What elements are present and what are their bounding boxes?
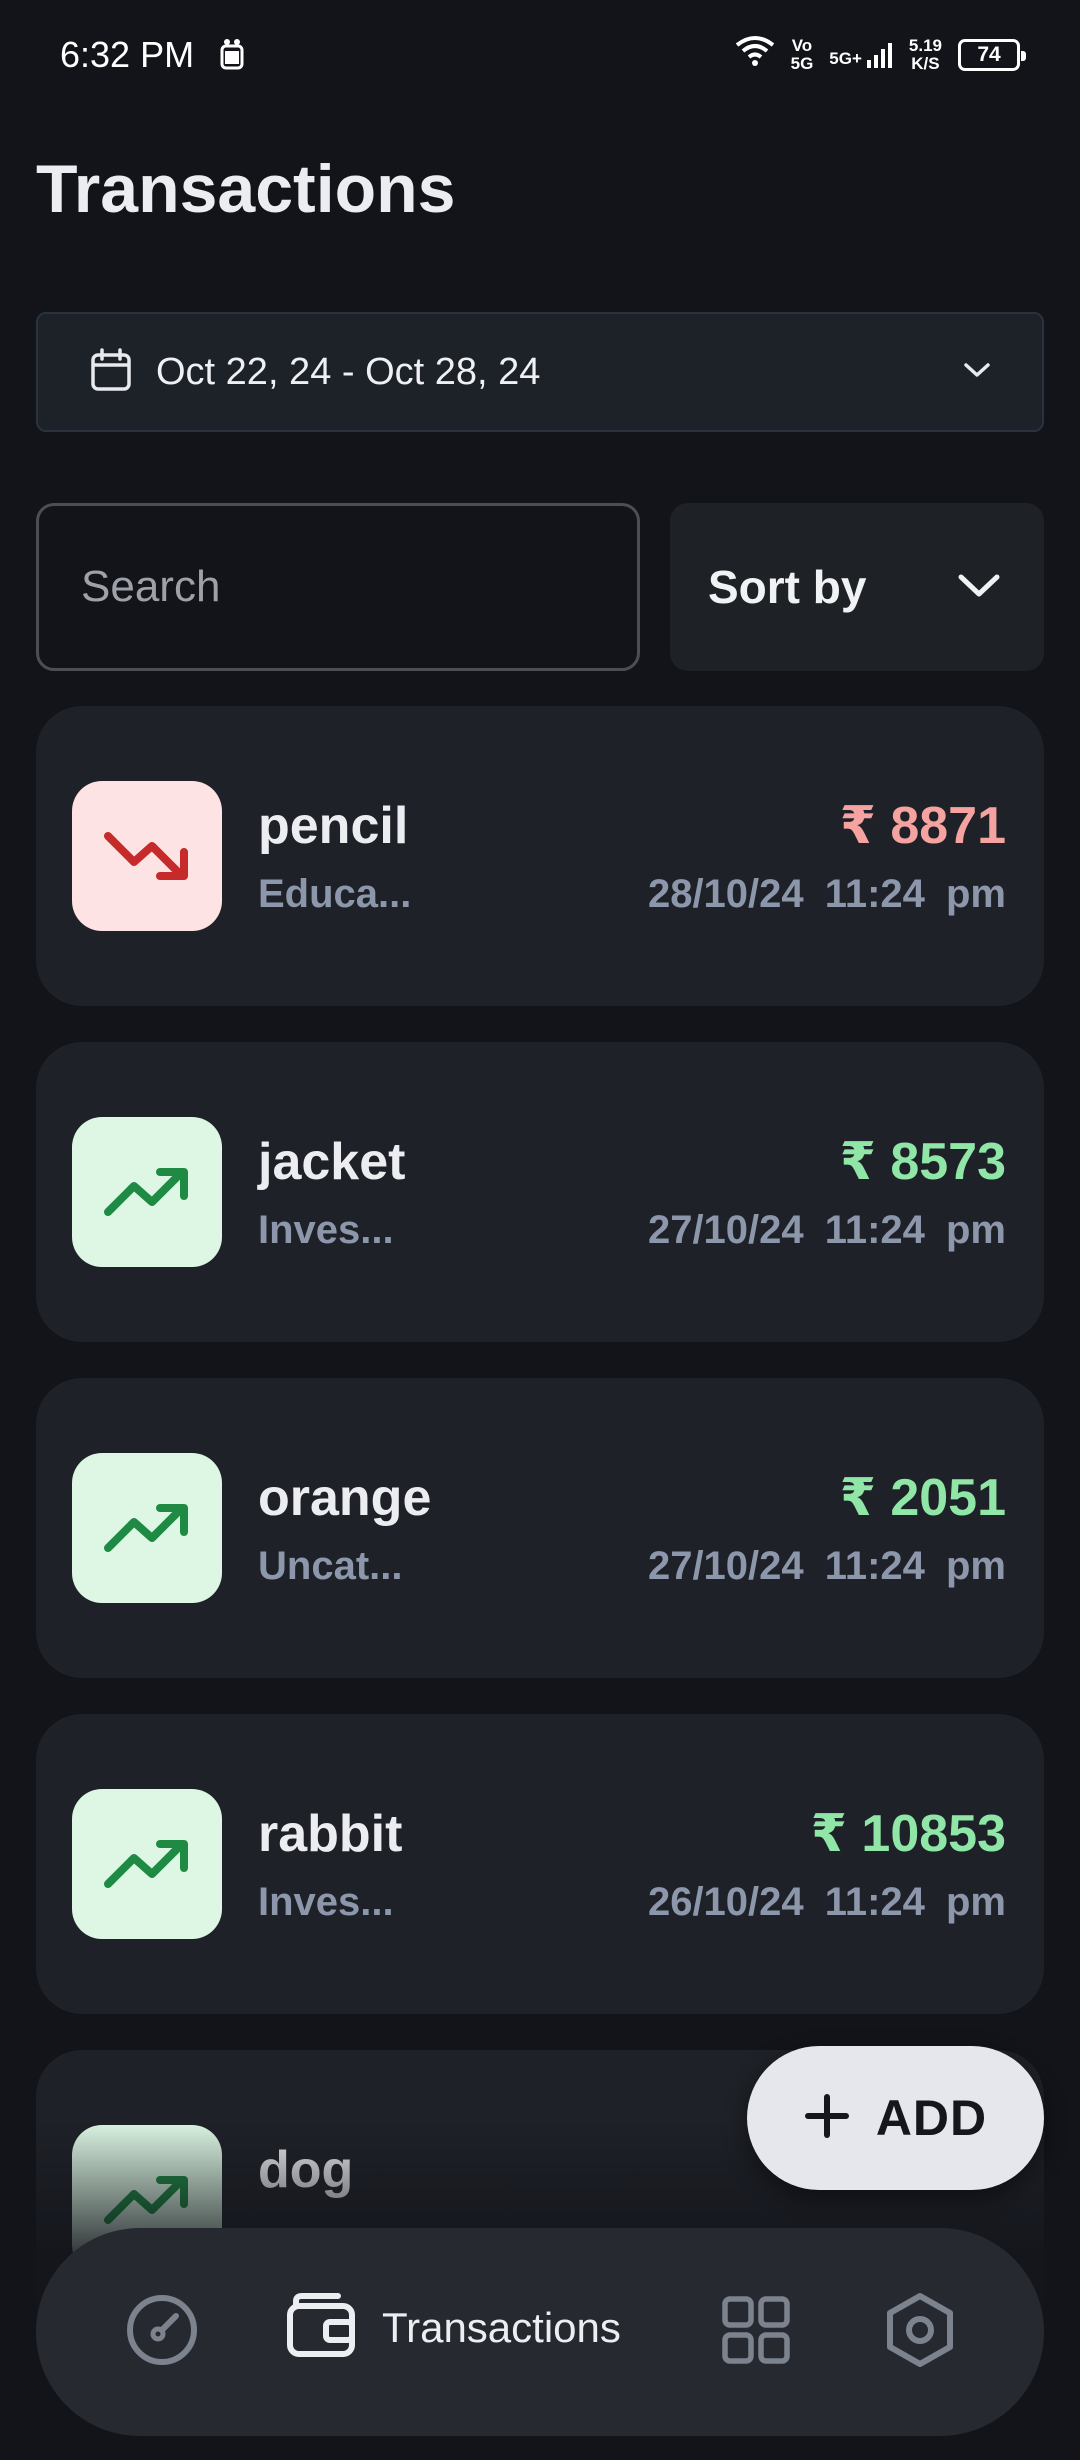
date-range-label: Oct 22, 24 - Oct 28, 24 — [156, 350, 541, 393]
trending-up-icon — [72, 1117, 222, 1267]
transaction-datetime: 28/10/24 11:24 pm — [647, 872, 1006, 916]
signal-icon: 5G+ — [829, 42, 893, 68]
transaction-category: Uncat... — [258, 1544, 403, 1588]
transaction-amount: ₹ 2051 — [839, 1469, 1006, 1527]
battery-icon: 74 — [958, 39, 1026, 71]
transaction-datetime: 27/10/24 11:24 pm — [647, 1544, 1006, 1588]
transaction-card[interactable]: orange Uncat... ₹ 2051 27/10/24 11:24 pm — [36, 1378, 1044, 1678]
status-bar: 6:32 PM Vo 5G 5G+ 5.19 K/S 74 — [0, 0, 1080, 110]
transaction-amount: ₹ 8573 — [839, 1133, 1006, 1191]
transaction-datetime: 27/10/24 11:24 pm — [647, 1208, 1006, 1252]
transaction-name: jacket — [258, 1133, 406, 1191]
trending-up-icon — [72, 1789, 222, 1939]
alarm-icon — [218, 38, 246, 72]
trending-up-icon — [72, 1453, 222, 1603]
search-input[interactable] — [81, 562, 595, 612]
plus-icon — [804, 2093, 850, 2144]
page-title: Transactions — [36, 151, 456, 227]
bottom-navigation: Transactions — [36, 2228, 1044, 2436]
trending-down-icon — [72, 781, 222, 931]
nav-transactions[interactable]: Transactions — [286, 2292, 621, 2363]
add-button-label: ADD — [875, 2090, 988, 2146]
transaction-category: Educa... — [258, 872, 412, 916]
transaction-card[interactable]: rabbit Inves... ₹ 10853 26/10/24 11:24 p… — [36, 1714, 1044, 2014]
volte-indicator: Vo 5G — [790, 36, 814, 73]
grid-icon — [722, 2296, 790, 2369]
transaction-amount: ₹ 8871 — [839, 797, 1006, 855]
transaction-card[interactable]: pencil Educa... ₹ 8871 28/10/24 11:24 pm — [36, 706, 1044, 1006]
transaction-amount: ₹ 10853 — [810, 1805, 1006, 1863]
wifi-icon — [735, 34, 775, 76]
sort-label: Sort by — [708, 561, 867, 613]
hexagon-settings-icon — [884, 2292, 956, 2373]
transaction-category: Inves... — [258, 1880, 394, 1924]
status-time: 6:32 PM — [60, 34, 195, 75]
transaction-card[interactable]: jacket Inves... ₹ 8573 27/10/24 11:24 pm — [36, 1042, 1044, 1342]
wallet-icon — [286, 2292, 356, 2363]
transaction-category: Inves... — [258, 1208, 394, 1252]
chevron-down-icon — [956, 570, 1002, 605]
transaction-name: pencil — [258, 797, 409, 855]
nav-dashboard[interactable] — [124, 2292, 200, 2373]
calendar-icon — [90, 347, 132, 397]
date-range-picker[interactable]: Oct 22, 24 - Oct 28, 24 — [36, 312, 1044, 432]
sort-dropdown[interactable]: Sort by — [670, 503, 1044, 671]
transaction-name: rabbit — [258, 1805, 403, 1863]
transaction-datetime: 26/10/24 11:24 pm — [647, 1880, 1006, 1924]
nav-categories[interactable] — [722, 2296, 790, 2369]
gauge-icon — [124, 2292, 200, 2373]
add-transaction-button[interactable]: ADD — [747, 2046, 1044, 2190]
nav-settings[interactable] — [884, 2292, 956, 2373]
transaction-name: orange — [258, 1469, 432, 1527]
chevron-down-icon — [962, 360, 992, 385]
search-box[interactable] — [36, 503, 640, 671]
nav-transactions-label: Transactions — [382, 2303, 621, 2351]
network-speed: 5.19 K/S — [908, 36, 942, 73]
